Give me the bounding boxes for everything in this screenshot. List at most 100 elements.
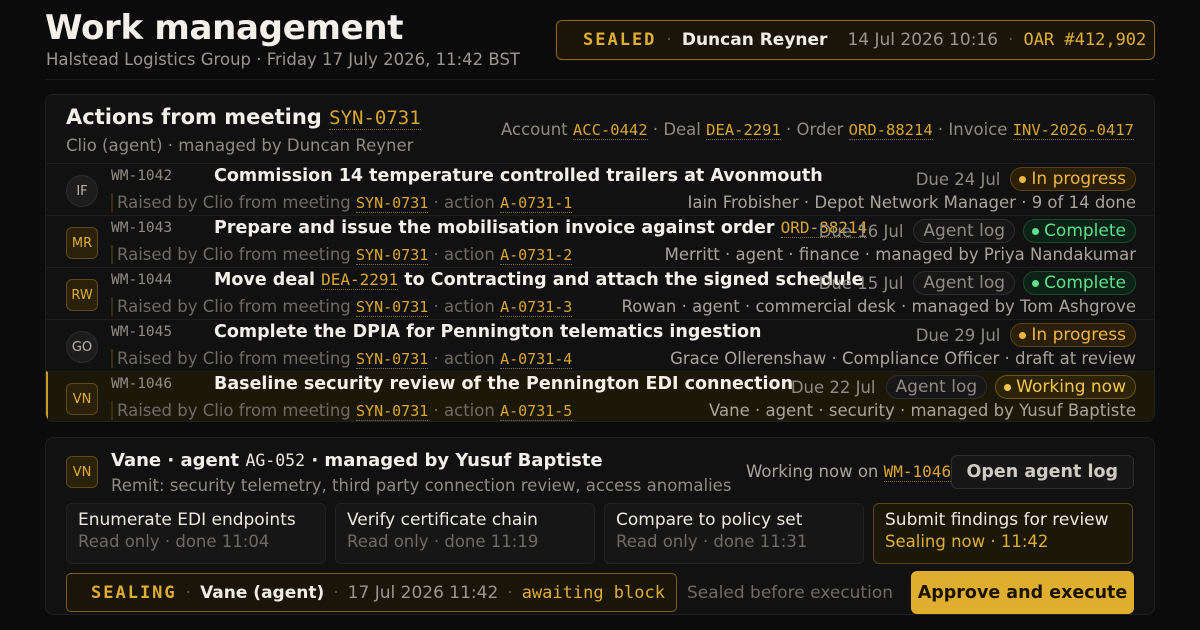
raised-by: Raised by Clio from meeting SYN-0731 · a… — [111, 193, 573, 213]
raised-label: Raised by Clio from meeting — [117, 349, 351, 368]
seal-user: Duncan Reyner — [681, 30, 828, 50]
work-item-id: WM-1043 — [111, 220, 173, 236]
row-status-area: Due 24 Jul In progress — [916, 167, 1136, 191]
action-label: action — [444, 349, 495, 368]
deal-label: Deal — [663, 120, 701, 139]
seal-reference: OAR #412,902 — [1023, 30, 1147, 50]
step-status: Read only · done 11:04 — [78, 532, 270, 551]
header-divider — [45, 79, 1155, 80]
account-label: Account — [501, 120, 568, 139]
due-date: Due 29 Jul — [915, 325, 1001, 345]
separator: · — [333, 582, 339, 603]
assignee-meta: Iain Frobisher · Depot Network Manager ·… — [687, 193, 1137, 212]
work-item-title[interactable]: Commission 14 temperature controlled tra… — [214, 166, 823, 186]
table-row-selected[interactable]: VN WM-1046 Baseline security review of t… — [46, 371, 1154, 421]
step-label: Compare to policy set — [616, 510, 803, 530]
invoice-link[interactable]: INV-2026-0417 — [1012, 121, 1134, 140]
account-link[interactable]: ACC-0442 — [572, 121, 648, 140]
work-item-id: WM-1044 — [111, 272, 173, 288]
action-link[interactable]: A-0731-3 — [500, 298, 573, 317]
seal-timestamp: 14 Jul 2026 10:16 — [847, 30, 999, 50]
status-label: Working now — [1016, 377, 1126, 397]
status-label: In progress — [1031, 169, 1126, 189]
deal-link[interactable]: DEA-2291 — [706, 121, 781, 140]
status-badge: Working now — [995, 375, 1136, 399]
separator: · — [433, 193, 439, 212]
step-label: Submit findings for review — [885, 510, 1109, 530]
assignee-meta: Merritt · agent · finance · managed by P… — [664, 245, 1136, 264]
action-label: action — [444, 245, 495, 264]
open-agent-log-button[interactable]: Open agent log — [950, 455, 1134, 489]
avatar: MR — [66, 227, 98, 259]
title-text: Prepare and issue the mobilisation invoi… — [214, 218, 775, 238]
raised-label: Raised by Clio from meeting — [117, 245, 351, 264]
meeting-link[interactable]: SYN-0731 — [356, 298, 429, 317]
agent-log-button[interactable]: Agent log — [913, 271, 1016, 295]
status-badge: In progress — [1010, 167, 1136, 191]
panel-subtitle: Clio (agent) · managed by Duncan Reyner — [66, 136, 414, 155]
separator: · — [652, 120, 659, 139]
sealing-state: awaiting block — [521, 582, 665, 603]
agent-log-button[interactable]: Agent log — [913, 219, 1016, 243]
avatar: RW — [66, 279, 98, 311]
action-link[interactable]: A-0731-1 — [500, 194, 573, 213]
separator: · — [185, 582, 192, 603]
agent-name: Vane · agent AG-052 · managed by Yusuf B… — [111, 450, 603, 471]
work-item-title[interactable]: Baseline security review of the Penningt… — [214, 374, 793, 394]
action-link[interactable]: A-0731-4 — [500, 350, 573, 369]
status-dot-icon — [1032, 227, 1040, 235]
meeting-link[interactable]: SYN-0731 — [356, 194, 429, 213]
assignee-meta: Grace Ollerenshaw · Compliance Officer ·… — [670, 349, 1136, 368]
order-link[interactable]: ORD-88214 — [848, 121, 933, 140]
approve-execute-button[interactable]: Approve and execute — [911, 571, 1134, 614]
separator: · — [433, 245, 439, 264]
action-label: action — [444, 297, 495, 316]
status-dot-icon — [1032, 279, 1040, 287]
action-label: action — [444, 401, 495, 420]
raised-by: Raised by Clio from meeting SYN-0731 · a… — [111, 245, 573, 265]
table-row[interactable]: IF WM-1042 Commission 14 temperature con… — [46, 163, 1154, 215]
sealed-note: Sealed before execution — [687, 583, 894, 603]
actions-panel: Actions from meeting SYN-0731 Clio (agen… — [45, 94, 1155, 422]
meeting-link[interactable]: SYN-0731 — [356, 402, 429, 421]
raised-by: Raised by Clio from meeting SYN-0731 · a… — [111, 401, 573, 421]
agent-log-button[interactable]: Agent log — [885, 375, 988, 399]
agent-manager: · managed by Yusuf Baptiste — [311, 450, 603, 471]
work-item-title[interactable]: Prepare and issue the mobilisation invoi… — [214, 218, 868, 238]
meeting-link[interactable]: SYN-0731 — [356, 246, 429, 265]
due-date: Due 16 Jul — [818, 221, 904, 241]
action-link[interactable]: A-0731-2 — [500, 246, 573, 265]
assignee-meta: Rowan · agent · commercial desk · manage… — [621, 297, 1136, 316]
action-link[interactable]: A-0731-5 — [500, 402, 573, 421]
work-item-title[interactable]: Move deal DEA-2291 to Contracting and at… — [214, 270, 864, 290]
avatar: GO — [66, 331, 98, 363]
step-status: Read only · done 11:19 — [347, 532, 539, 551]
separator: · — [1008, 30, 1014, 50]
assignee-meta: Vane · agent · security · managed by Yus… — [709, 401, 1136, 420]
table-row[interactable]: MR WM-1043 Prepare and issue the mobilis… — [46, 215, 1154, 267]
meeting-link[interactable]: SYN-0731 — [329, 107, 421, 130]
due-date: Due 24 Jul — [915, 169, 1001, 189]
agent-name-text: Vane · agent — [111, 450, 240, 471]
working-on: Working now on WM-1046 — [746, 462, 952, 482]
due-date: Due 22 Jul — [790, 377, 876, 397]
step-label: Enumerate EDI endpoints — [78, 510, 296, 530]
step-status: Read only · done 11:31 — [616, 532, 808, 551]
separator: · — [666, 30, 672, 50]
status-badge: Complete — [1023, 271, 1136, 295]
separator: · — [937, 120, 944, 139]
work-item-link[interactable]: WM-1046 — [883, 462, 952, 482]
avatar: IF — [66, 175, 98, 207]
work-item-title[interactable]: Complete the DPIA for Pennington telemat… — [214, 322, 762, 342]
reference-links: Account ACC-0442 · Deal DEA-2291 · Order… — [501, 120, 1134, 140]
step-label: Verify certificate chain — [347, 510, 538, 530]
table-row[interactable]: GO WM-1045 Complete the DPIA for Penning… — [46, 319, 1154, 371]
step-status: Sealing now · 11:42 — [885, 532, 1049, 551]
meeting-link[interactable]: SYN-0731 — [356, 350, 429, 369]
agent-avatar: VN — [66, 456, 98, 488]
table-row[interactable]: RW WM-1044 Move deal DEA-2291 to Contrac… — [46, 267, 1154, 319]
deal-link[interactable]: DEA-2291 — [321, 270, 399, 290]
raised-label: Raised by Clio from meeting — [117, 297, 351, 316]
sealing-timestamp: 17 Jul 2026 11:42 — [347, 582, 499, 603]
separator: · — [433, 297, 439, 316]
